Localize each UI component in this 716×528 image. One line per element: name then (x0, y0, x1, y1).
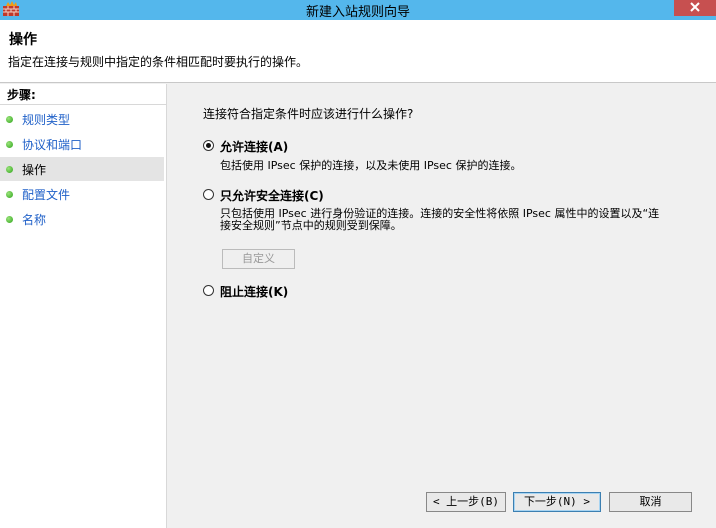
allow-connection-description: 包括使用 IPsec 保护的连接，以及未使用 IPsec 保护的连接。 (220, 159, 522, 172)
block-connection-radio[interactable] (203, 285, 214, 296)
allow-connection-label[interactable]: 允许连接(A) (220, 138, 288, 155)
step-dot-icon (6, 216, 13, 223)
page-description: 指定在连接与规则中指定的条件相匹配时要执行的操作。 (8, 55, 309, 69)
sidebar-item-rule-type[interactable]: 规则类型 (0, 107, 164, 131)
sidebar-item-protocol-ports[interactable]: 协议和端口 (0, 132, 164, 156)
step-dot-icon (6, 191, 13, 198)
page-header: 操作 指定在连接与规则中指定的条件相匹配时要执行的操作。 (0, 20, 716, 83)
allow-secure-radio[interactable] (203, 189, 214, 200)
block-connection-label[interactable]: 阻止连接(K) (220, 283, 288, 300)
step-dot-icon (6, 116, 13, 123)
customize-button[interactable]: 自定义 (222, 249, 295, 269)
sidebar-item-label: 操作 (22, 163, 47, 177)
allow-secure-description: 只包括使用 IPsec 进行身份验证的连接。连接的安全性将依照 IPsec 属性… (220, 207, 660, 232)
title-bar: 新建入站规则向导 (0, 0, 716, 20)
allow-secure-label[interactable]: 只允许安全连接(C) (220, 187, 324, 204)
window-title: 新建入站规则向导 (305, 5, 410, 20)
step-dot-icon (6, 141, 13, 148)
allow-connection-radio[interactable] (203, 140, 214, 151)
next-button[interactable]: 下一步(N) > (513, 492, 601, 512)
steps-heading: 步骤: (7, 88, 36, 102)
divider (0, 104, 166, 105)
close-icon (690, 2, 700, 12)
sidebar-item-label: 规则类型 (22, 113, 71, 127)
page-title: 操作 (9, 32, 37, 48)
sidebar-item-name[interactable]: 名称 (0, 207, 164, 231)
main-content: 连接符合指定条件时应该进行什么操作? 允许连接(A) 包括使用 IPsec 保护… (168, 84, 716, 528)
step-dot-icon (6, 166, 13, 173)
close-button[interactable] (674, 0, 716, 16)
steps-sidebar: 步骤: 规则类型 协议和端口 操作 配置文件 名称 (0, 84, 167, 528)
action-question: 连接符合指定条件时应该进行什么操作? (203, 107, 414, 121)
sidebar-item-action[interactable]: 操作 (0, 157, 164, 181)
back-button[interactable]: < 上一步(B) (426, 492, 506, 512)
sidebar-item-profile[interactable]: 配置文件 (0, 182, 164, 206)
sidebar-item-label: 配置文件 (22, 188, 71, 202)
sidebar-item-label: 名称 (22, 213, 47, 227)
cancel-button[interactable]: 取消 (609, 492, 692, 512)
sidebar-item-label: 协议和端口 (22, 138, 83, 152)
